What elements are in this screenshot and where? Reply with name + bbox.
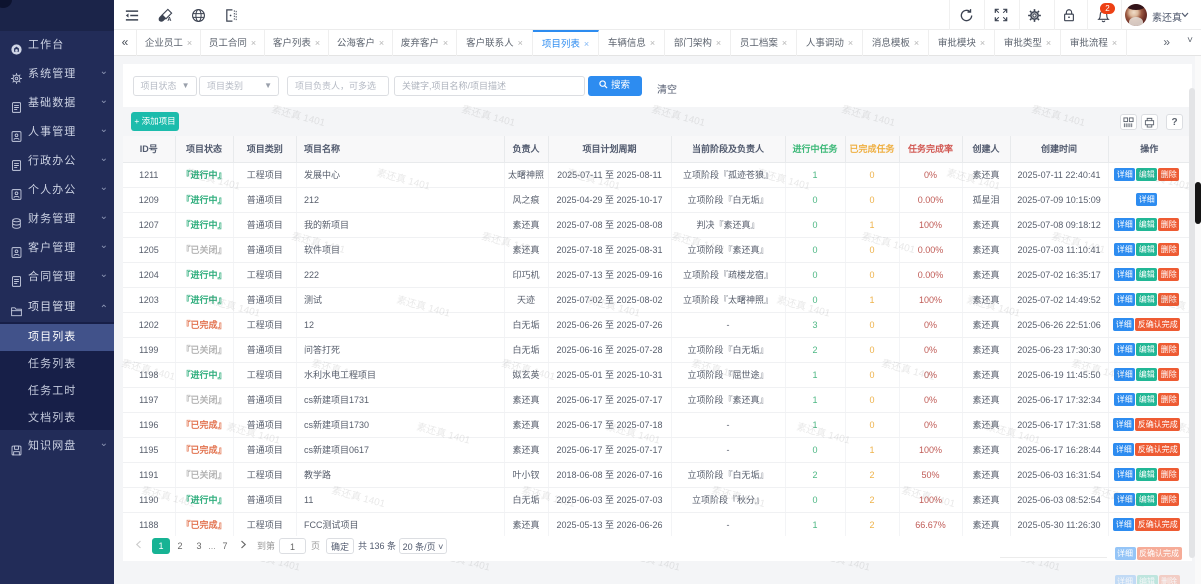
svg-text:A: A <box>167 17 171 23</box>
